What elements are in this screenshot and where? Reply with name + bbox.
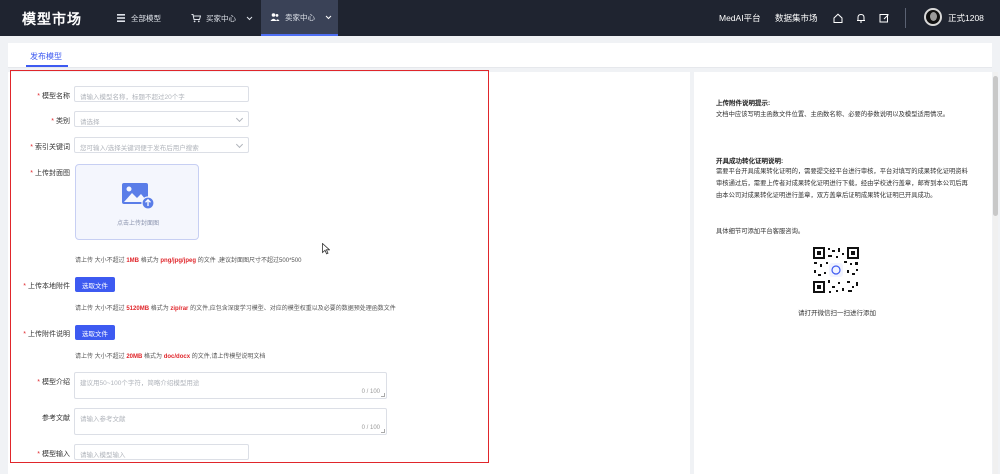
- qr-caption: 请打开微信扫一扫进行添加: [798, 310, 876, 317]
- chevron-down-icon: [235, 114, 244, 123]
- image-upload-icon: [121, 182, 155, 212]
- model-input-label: * 模型输入: [37, 451, 70, 458]
- select-local-file-button[interactable]: 选取文件: [75, 277, 115, 292]
- intro-textarea[interactable]: 建议用50~100个字符，简略介绍模型用途 0 / 100: [74, 372, 387, 399]
- grid-icon: [116, 13, 126, 23]
- cover-upload-text: 点击上传封面图: [116, 221, 159, 227]
- wechat-qr-code: [812, 246, 860, 294]
- page-scrollbar[interactable]: [993, 72, 998, 474]
- resize-handle[interactable]: [381, 429, 385, 433]
- nav-all-models-label: 全部模型: [131, 13, 161, 23]
- username[interactable]: 正式1208: [948, 12, 984, 24]
- tab-publish-model[interactable]: 发布模型: [30, 51, 62, 62]
- category-select[interactable]: 请选择: [74, 111, 249, 127]
- local-file-hint: 请上传 大小不超过 5120MB 格式为 zip/rar 的文件,应包含深度学习…: [75, 306, 396, 312]
- nav-seller-center[interactable]: 卖家中心: [261, 0, 338, 36]
- bell-icon[interactable]: [855, 12, 867, 24]
- cover-upload-area[interactable]: 点击上传封面图: [75, 164, 199, 240]
- intro-counter: 0 / 100: [361, 389, 380, 395]
- chevron-down-icon: [325, 13, 332, 22]
- select-attachment-doc-button[interactable]: 选取文件: [75, 325, 115, 340]
- resize-handle[interactable]: [381, 393, 385, 397]
- tab-bar: 发布模型: [8, 43, 992, 68]
- category-label: * 类别: [51, 118, 70, 125]
- brand-title[interactable]: 模型市场: [22, 9, 82, 29]
- top-navbar: 模型市场 全部模型 买家中心 卖家中心 MedAI平台 数据集市场 正式1208: [0, 0, 1000, 36]
- home-icon[interactable]: [832, 12, 844, 24]
- link-medai-platform[interactable]: MedAI平台: [719, 0, 761, 36]
- scrollbar-thumb[interactable]: [993, 76, 998, 216]
- cart-icon: [191, 13, 201, 23]
- help-section1-title: 上传附件说明提示:: [716, 100, 771, 107]
- attachment-doc-hint: 请上传 大小不超过 20MB 格式为 doc/docx 的文件,请上传模型说明文…: [75, 354, 266, 360]
- edit-icon[interactable]: [878, 12, 890, 24]
- cover-label: * 上传封面图: [30, 170, 70, 177]
- help-section2-footer: 具体细节可添加平台客服咨询。: [716, 228, 805, 235]
- header-divider: [905, 8, 906, 28]
- model-name-label: * 模型名称: [37, 93, 70, 100]
- model-name-input[interactable]: 请输入模型名称，标题不超过20个字: [74, 86, 249, 102]
- link-dataset-market[interactable]: 数据集市场: [775, 0, 818, 36]
- nav-buyer-center-label: 买家中心: [206, 13, 236, 23]
- tab-active-indicator: [26, 65, 68, 67]
- references-textarea[interactable]: 请输入参考文献 0 / 100: [74, 408, 387, 435]
- nav-buyer-center[interactable]: 买家中心: [191, 0, 253, 36]
- avatar[interactable]: [924, 8, 942, 26]
- references-label: 参考文献: [42, 415, 70, 422]
- help-section2-body: 需要平台开具成果转化证明的，需要提交经平台进行审核，平台对填写的成果转化证明资料…: [716, 168, 968, 199]
- chevron-down-icon: [235, 140, 244, 149]
- users-icon: [270, 12, 280, 22]
- cover-hint: 请上传 大小不超过 1MB 格式为 png/jpg/jpeg 的文件 ,建议封面…: [75, 258, 302, 264]
- intro-label: * 模型介绍: [37, 379, 70, 386]
- local-file-label: * 上传本地附件: [23, 283, 70, 290]
- model-input-field[interactable]: 请输入模型输入: [74, 444, 249, 460]
- help-section1-body: 文档中应该写明主函数文件位置、主函数名称、必要的参数说明以及模型适用情况。: [716, 111, 949, 118]
- nav-all-models[interactable]: 全部模型: [116, 0, 161, 36]
- references-counter: 0 / 100: [361, 425, 380, 431]
- chevron-down-icon: [246, 14, 253, 23]
- keywords-label: * 索引关键词: [30, 144, 70, 151]
- keywords-select[interactable]: 您可输入/选择关键词便于发布后用户搜索: [74, 137, 249, 153]
- attachment-doc-label: * 上传附件说明: [23, 331, 70, 338]
- mouse-cursor-icon: [322, 242, 331, 255]
- nav-seller-center-label: 卖家中心: [285, 12, 315, 22]
- help-section2-title: 开具成功转化证明说明:: [716, 158, 784, 165]
